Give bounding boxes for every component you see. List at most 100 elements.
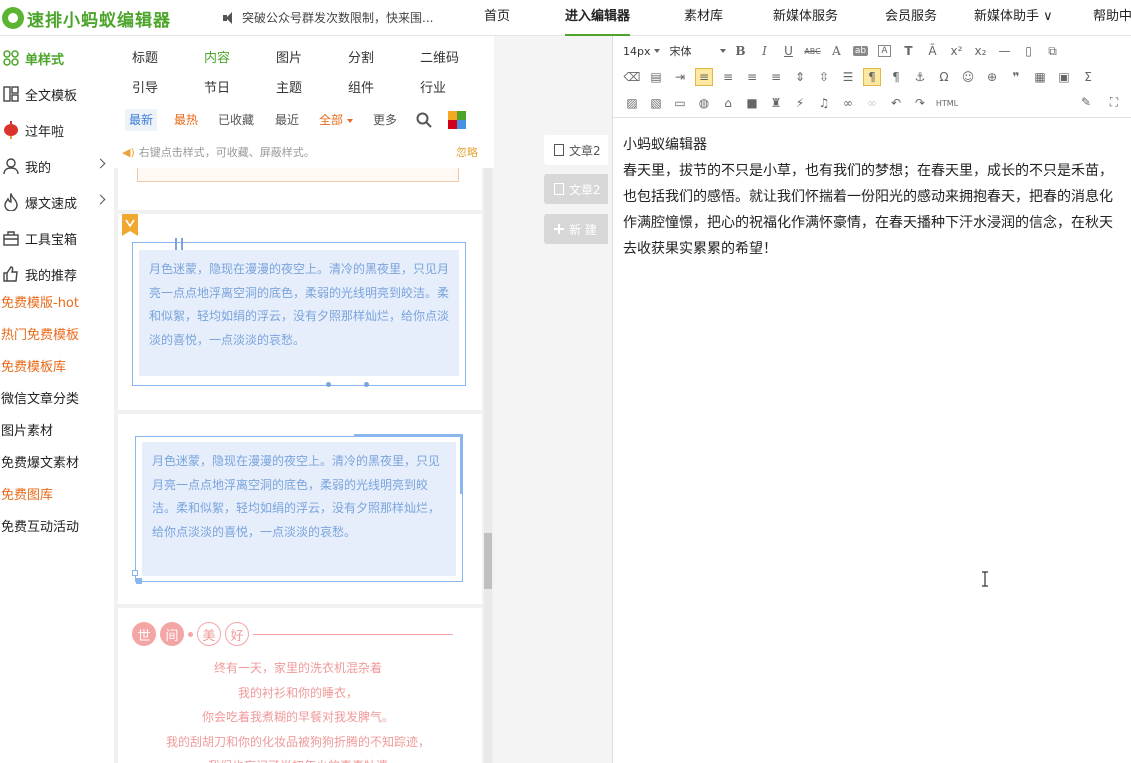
avatar-icon[interactable]: ◍ xyxy=(695,94,713,112)
link-free-viral-material[interactable]: 免费爆文素材 xyxy=(1,452,79,476)
link-hot-free-template[interactable]: 热门免费模板 xyxy=(1,324,79,348)
cat-title[interactable]: 标题 xyxy=(132,47,158,66)
cat-content[interactable]: 内容 xyxy=(204,47,230,66)
handle-dot[interactable] xyxy=(326,382,331,387)
indent-icon[interactable]: ⇥ xyxy=(671,68,689,86)
menu-single-style[interactable]: 单样式 xyxy=(0,40,114,76)
edit-mode-icon[interactable]: ✎ xyxy=(1077,93,1095,111)
doc-tab-article[interactable]: 文章2 xyxy=(544,135,608,165)
menu-toolbox[interactable]: 工具宝箱 xyxy=(0,220,114,256)
editor-content[interactable]: 小蚂蚁编辑器 春天里，拔节的不只是小草，也有我们的梦想；在春天里，成长的不只是禾… xyxy=(623,132,1123,262)
text-size-icon[interactable]: T xyxy=(900,42,918,60)
color-palette-icon[interactable] xyxy=(448,111,466,129)
cat-qrcode[interactable]: 二维码 xyxy=(420,47,459,66)
format-painter-icon[interactable]: ▤ xyxy=(647,68,665,86)
undo-icon[interactable]: ↶ xyxy=(887,94,905,112)
clear-format-icon[interactable]: A xyxy=(876,42,894,60)
underline-icon[interactable]: U xyxy=(780,42,798,60)
link-icon[interactable]: ∞ xyxy=(839,94,857,112)
stamp-icon[interactable]: ♜ xyxy=(767,94,785,112)
font-family-select[interactable]: 宋体 xyxy=(670,43,726,59)
video-icon[interactable]: ■ xyxy=(743,94,761,112)
table-icon[interactable]: ▦ xyxy=(1031,68,1049,86)
new-page-icon[interactable]: ▯ xyxy=(1020,42,1038,60)
link-free-gallery[interactable]: 免费图库 xyxy=(1,484,53,508)
sum-icon[interactable]: Σ xyxy=(1079,68,1097,86)
letter-spacing-icon[interactable]: ☰ xyxy=(839,68,857,86)
style-card[interactable] xyxy=(118,168,482,210)
resize-handle[interactable] xyxy=(181,238,183,250)
cat-guide[interactable]: 引导 xyxy=(132,77,158,96)
filter-favorited[interactable]: 已收藏 xyxy=(218,109,254,131)
ltr-icon[interactable]: ¶ xyxy=(863,68,881,86)
unlink-icon[interactable]: ∞ xyxy=(863,94,881,112)
music-icon[interactable]: ♫ xyxy=(815,94,833,112)
nav-home[interactable]: 首页 xyxy=(484,0,510,36)
filter-newest[interactable]: 最新 xyxy=(125,109,158,131)
doc-tab-article[interactable]: 文章2 xyxy=(544,174,608,204)
font-size-select[interactable]: 14px xyxy=(623,45,660,58)
scrollbar-thumb[interactable] xyxy=(484,533,492,589)
horizontal-line-icon[interactable]: — xyxy=(996,42,1014,60)
emoji-icon[interactable]: ☺ xyxy=(959,68,977,86)
handle-dot[interactable] xyxy=(364,382,369,387)
notice-bar[interactable]: 突破公众号群发次数限制，快来围... xyxy=(222,9,433,26)
align-right-icon[interactable]: ≡ xyxy=(743,68,761,86)
cat-theme[interactable]: 主题 xyxy=(276,77,302,96)
anchor-icon[interactable]: ⚓ xyxy=(911,68,929,86)
logo[interactable]: 速排小蚂蚁编辑器 xyxy=(2,6,171,31)
menu-viral-quick[interactable]: 爆文速成 xyxy=(0,184,114,220)
style-card[interactable]: 月色迷蒙，隐现在漫漫的夜空上。清冷的黑夜里，只见月亮一点点地浮离空洞的底色，柔弱… xyxy=(118,414,482,604)
superscript-icon[interactable]: x² xyxy=(948,42,966,60)
nav-help[interactable]: 帮助中 xyxy=(1093,0,1131,36)
paste-icon[interactable]: ▣ xyxy=(1055,68,1073,86)
menu-full-template[interactable]: 全文模板 xyxy=(0,76,114,112)
nav-editor[interactable]: 进入编辑器 xyxy=(565,0,631,36)
bold-icon[interactable]: B xyxy=(732,42,750,60)
redo-icon[interactable]: ↷ xyxy=(911,94,929,112)
resize-handle[interactable] xyxy=(175,238,177,250)
line-height-icon[interactable]: ⇕ xyxy=(791,68,809,86)
copy-icon[interactable]: ⧉ xyxy=(1044,42,1062,60)
scrollbar-track[interactable] xyxy=(484,168,492,763)
menu-mine[interactable]: 我的 xyxy=(0,148,114,184)
filter-recent[interactable]: 最近 xyxy=(275,109,299,131)
text-case-icon[interactable]: Ā xyxy=(924,42,942,60)
nav-materials[interactable]: 素材库 xyxy=(684,0,723,36)
cat-component[interactable]: 组件 xyxy=(348,77,374,96)
paragraph-spacing-icon[interactable]: ⇳ xyxy=(815,68,833,86)
nav-new-media-service[interactable]: 新媒体服务 xyxy=(773,0,838,36)
magic-wand-icon[interactable]: ⚡ xyxy=(791,94,809,112)
align-center-icon[interactable]: ≡ xyxy=(719,68,737,86)
frame-icon[interactable]: ▭ xyxy=(671,94,689,112)
cat-holiday[interactable]: 节日 xyxy=(204,77,230,96)
rtl-icon[interactable]: ¶ xyxy=(887,68,905,86)
new-doc-button[interactable]: 新 建 xyxy=(544,214,608,244)
quote-icon[interactable]: ❞ xyxy=(1007,68,1025,86)
ignore-button[interactable]: 忽略 xyxy=(456,144,478,160)
strikethrough-icon[interactable]: ABC xyxy=(804,42,822,60)
multi-image-icon[interactable]: ▧ xyxy=(647,94,665,112)
subscript-icon[interactable]: x₂ xyxy=(972,42,990,60)
menu-new-year[interactable]: 过年啦 xyxy=(0,112,114,148)
font-color-icon[interactable]: A xyxy=(828,42,846,60)
menu-recommend[interactable]: 我的推荐 xyxy=(0,256,114,292)
filter-more[interactable]: 更多 xyxy=(373,109,397,131)
search-icon[interactable] xyxy=(416,112,432,128)
nav-vip-service[interactable]: 会员服务 xyxy=(885,0,937,36)
align-justify-icon[interactable]: ≡ xyxy=(767,68,785,86)
nav-media-assistant[interactable]: 新媒体助手 ∨ xyxy=(974,0,1053,36)
style-card[interactable]: 世 间 美 好 终有一天，家里的洗衣机混杂着 我的衬衫和你的睡衣， 你会吃着我煮… xyxy=(118,608,482,763)
filter-hottest[interactable]: 最热 xyxy=(174,109,198,131)
cat-image[interactable]: 图片 xyxy=(276,47,302,66)
style-card[interactable]: 月色迷蒙，隐现在漫漫的夜空上。清冷的黑夜里，只见月亮一点点地浮离空洞的底色，柔弱… xyxy=(118,214,482,410)
handle-square[interactable] xyxy=(136,578,142,584)
image-icon[interactable]: ▨ xyxy=(623,94,641,112)
link-free-template-hot[interactable]: 免费模版-hot xyxy=(1,292,79,316)
omega-icon[interactable]: Ω xyxy=(935,68,953,86)
cat-industry[interactable]: 行业 xyxy=(420,77,446,96)
html-button[interactable]: HTML xyxy=(935,94,959,112)
eraser-icon[interactable]: ⌫ xyxy=(623,68,641,86)
link-image-material[interactable]: 图片素材 xyxy=(1,420,53,444)
find-icon[interactable]: ⊕ xyxy=(983,68,1001,86)
